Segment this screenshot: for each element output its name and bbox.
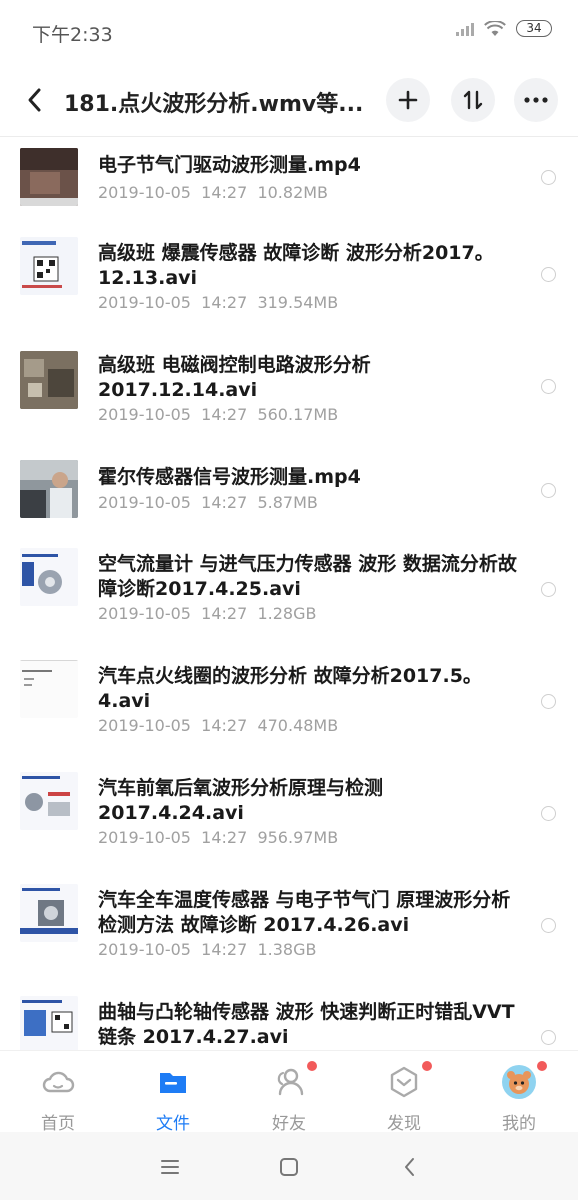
battery-level: 34 <box>526 21 542 35</box>
sort-icon <box>463 90 483 110</box>
tab-label: 文件 <box>156 1114 190 1134</box>
file-name: 汽车点火线圈的波形分析 故障分析2017.5。4.avi <box>98 665 482 712</box>
discover-icon <box>390 1066 418 1098</box>
status-time: 下午2:33 <box>32 24 113 46</box>
select-radio[interactable] <box>541 694 556 709</box>
more-icon <box>524 97 548 103</box>
page-title: 181.点火波形分析.wmv等... <box>64 92 364 117</box>
file-name: 曲轴与凸轮轴传感器 波形 快速判断正时错乱VVT 链条 2017.4.27.av… <box>98 1001 515 1048</box>
select-radio[interactable] <box>541 379 556 394</box>
select-radio[interactable] <box>541 483 556 498</box>
home-cloud-icon <box>42 1071 75 1093</box>
video-thumbnail <box>20 148 78 206</box>
folder-icon <box>160 1073 186 1093</box>
list-item[interactable]: 电子节气门驱动波形测量.mp4 2019-10-05 14:27 10.82MB <box>0 137 578 249</box>
tab-label: 我的 <box>502 1114 536 1134</box>
tab-label: 好友 <box>272 1114 306 1134</box>
tab-files[interactable]: 文件 <box>123 1051 223 1134</box>
wifi-icon <box>484 20 506 36</box>
tab-home[interactable]: 首页 <box>8 1051 108 1134</box>
friends-icon <box>277 1068 304 1096</box>
video-thumbnail <box>20 548 78 606</box>
more-button[interactable] <box>514 78 558 122</box>
file-name: 高级班 爆震传感器 故障诊断 波形分析2017。12.13.avi <box>98 242 494 289</box>
add-button[interactable] <box>386 78 430 122</box>
video-thumbnail <box>20 237 78 295</box>
system-nav-bar <box>0 1132 578 1200</box>
list-item[interactable]: 汽车点火线圈的波形分析 故障分析2017.5。4.avi 2019-10-05 … <box>0 658 578 770</box>
tab-discover[interactable]: 发现 <box>354 1051 454 1134</box>
video-thumbnail <box>20 772 78 830</box>
select-radio[interactable] <box>541 582 556 597</box>
video-thumbnail <box>20 660 78 718</box>
header: 181.点火波形分析.wmv等... <box>0 70 578 130</box>
chevron-left-icon[interactable] <box>22 84 48 116</box>
select-radio[interactable] <box>541 1030 556 1045</box>
video-thumbnail <box>20 884 78 942</box>
video-thumbnail <box>20 351 78 409</box>
back-icon[interactable] <box>395 1152 425 1182</box>
select-radio[interactable] <box>541 267 556 282</box>
file-name: 霍尔传感器信号波形测量.mp4 <box>98 466 361 488</box>
signal-icon <box>456 22 474 36</box>
list-item[interactable]: 汽车前氧后氧波形分析原理与检测2017.4.24.avi 2019-10-05 … <box>0 770 578 882</box>
file-name: 空气流量计 与进气压力传感器 波形 数据流分析故障诊断2017.4.25.avi <box>98 553 517 600</box>
list-item[interactable]: 曲轴与凸轮轴传感器 波形 快速判断正时错乱VVT 链条 2017.4.27.av… <box>0 994 578 1050</box>
file-meta: 2019-10-05 14:27 319.54MB <box>98 293 339 312</box>
notification-badge <box>537 1061 547 1071</box>
file-meta: 2019-10-05 14:27 1.28GB <box>98 604 317 623</box>
sort-button[interactable] <box>451 78 495 122</box>
file-meta: 2019-10-05 14:27 5.87MB <box>98 493 318 512</box>
tab-label: 首页 <box>41 1114 75 1134</box>
file-meta: 2019-10-05 14:27 956.97MB <box>98 828 339 847</box>
file-name: 电子节气门驱动波形测量.mp4 <box>98 154 361 176</box>
file-meta: 2019-10-05 14:27 1.38GB <box>98 940 317 959</box>
list-item[interactable]: 空气流量计 与进气压力传感器 波形 数据流分析故障诊断2017.4.25.avi… <box>0 546 578 658</box>
file-name: 高级班 电磁阀控制电路波形分析2017.12.14.avi <box>98 354 371 401</box>
list-item[interactable]: 汽车全车温度传感器 与电子节气门 原理波形分析 检测方法 故障诊断 2017.4… <box>0 882 578 994</box>
avatar-icon <box>502 1065 536 1099</box>
status-icons: 34 <box>456 20 552 37</box>
list-item[interactable]: 高级班 爆震传感器 故障诊断 波形分析2017。12.13.avi 2019-1… <box>0 235 578 347</box>
menu-icon[interactable] <box>155 1152 185 1182</box>
notification-badge <box>307 1061 317 1071</box>
battery-icon: 34 <box>516 20 552 37</box>
file-list[interactable]: 电子节气门驱动波形测量.mp4 2019-10-05 14:27 10.82MB… <box>0 137 578 1050</box>
list-item[interactable]: 高级班 电磁阀控制电路波形分析2017.12.14.avi 2019-10-05… <box>0 347 578 459</box>
select-radio[interactable] <box>541 806 556 821</box>
status-bar: 下午2:33 34 <box>0 0 578 62</box>
video-thumbnail <box>20 996 78 1050</box>
select-radio[interactable] <box>541 918 556 933</box>
video-thumbnail <box>20 460 78 518</box>
file-name: 汽车前氧后氧波形分析原理与检测2017.4.24.avi <box>98 777 384 824</box>
file-name: 汽车全车温度传感器 与电子节气门 原理波形分析 检测方法 故障诊断 2017.4… <box>98 889 511 936</box>
file-meta: 2019-10-05 14:27 10.82MB <box>98 183 329 202</box>
notification-badge <box>422 1061 432 1071</box>
tab-me[interactable]: 我的 <box>469 1051 569 1134</box>
tab-label: 发现 <box>387 1114 421 1134</box>
bottom-tab-bar: 首页 文件 好友 发现 我的 <box>0 1050 578 1134</box>
select-radio[interactable] <box>541 170 556 185</box>
home-square-icon[interactable] <box>274 1152 304 1182</box>
add-icon <box>398 90 418 110</box>
file-meta: 2019-10-05 14:27 470.48MB <box>98 716 339 735</box>
file-meta: 2019-10-05 14:27 560.17MB <box>98 405 339 424</box>
tab-friends[interactable]: 好友 <box>239 1051 339 1134</box>
